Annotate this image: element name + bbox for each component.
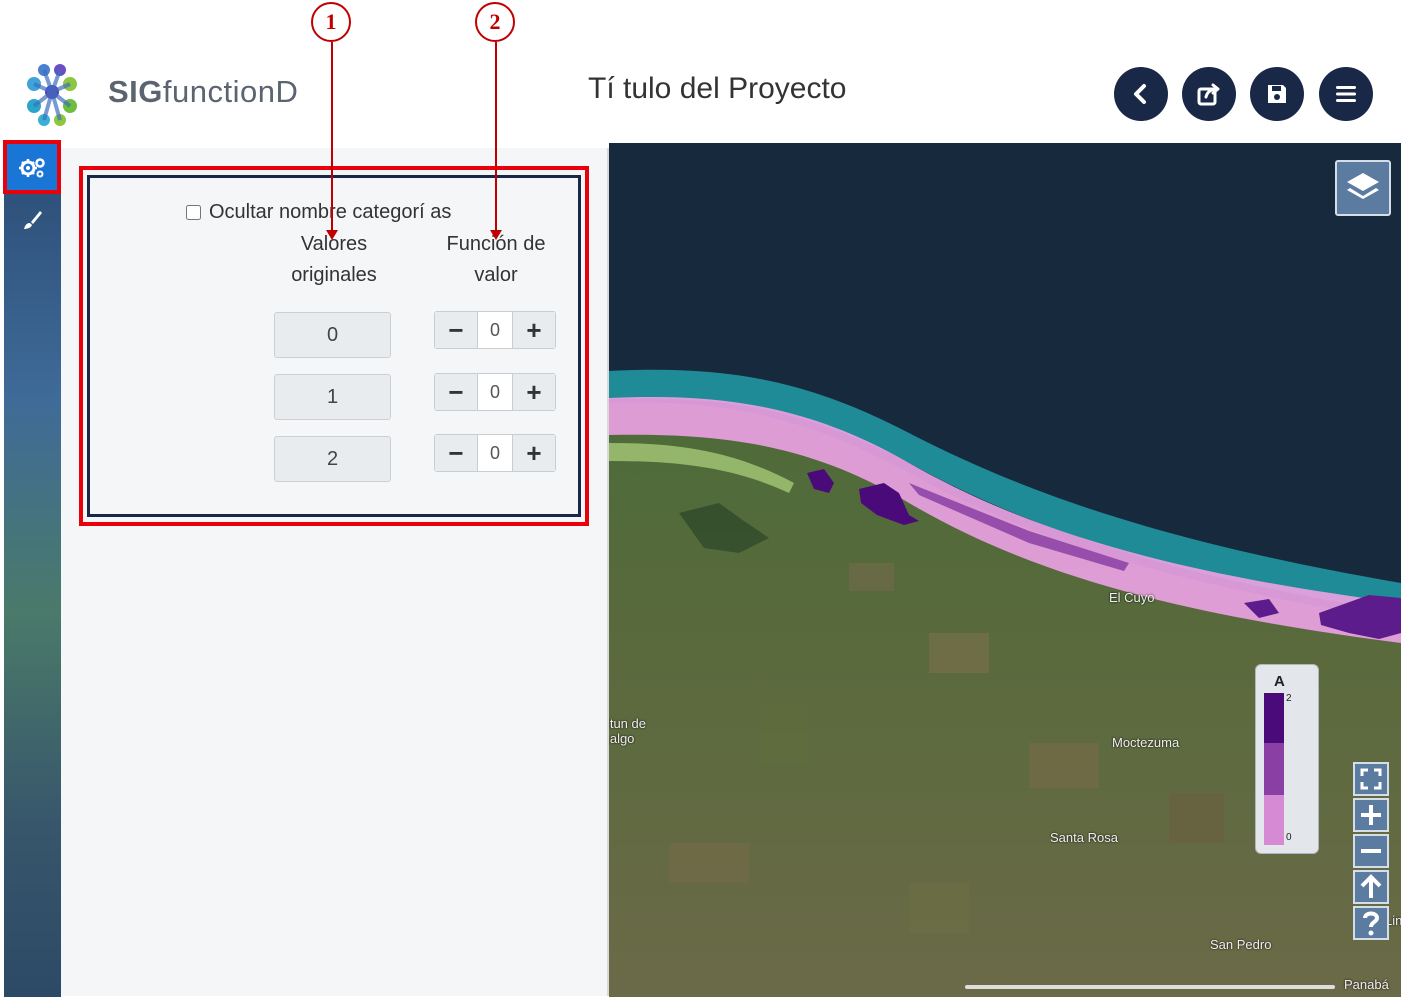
original-value-0: 0: [274, 312, 391, 358]
map-label-panaba: Panabá: [1344, 977, 1389, 992]
project-title[interactable]: Tí tulo del Proyecto: [588, 72, 846, 106]
increment-button[interactable]: +: [513, 312, 555, 348]
legend-swatch-0: [1264, 795, 1284, 845]
original-value-2: 2: [274, 436, 391, 482]
help-button[interactable]: [1353, 906, 1389, 940]
zoom-out-icon: [1361, 849, 1381, 853]
annotation-arrow-2: [490, 230, 502, 240]
north-arrow-icon: [1360, 874, 1382, 898]
horizontal-scrollbar[interactable]: [965, 985, 1335, 989]
value-stepper-1: − 0 +: [434, 373, 556, 411]
decrement-button[interactable]: −: [435, 435, 477, 471]
annotation-callout-1: 1: [311, 2, 351, 42]
fullscreen-icon: [1360, 768, 1382, 790]
back-icon: [1134, 84, 1146, 104]
increment-button[interactable]: +: [513, 374, 555, 410]
save-icon: [1268, 85, 1286, 103]
map-legend: A 2 0: [1255, 664, 1319, 854]
hide-categories-checkbox[interactable]: [186, 205, 201, 220]
value-stepper-0: − 0 +: [434, 311, 556, 349]
stepper-value-input[interactable]: 0: [477, 435, 513, 471]
map-label-san-pedro: San Pedro: [1210, 937, 1272, 952]
legend-swatch-2: [1264, 693, 1284, 743]
brand-rest: functionD: [162, 74, 299, 109]
share-button[interactable]: [1182, 67, 1236, 121]
brush-icon: [24, 211, 42, 229]
map-label-santa-rosa: Santa Rosa: [1050, 830, 1118, 845]
zoom-in-icon: [1361, 805, 1381, 825]
column-header-function-line2: valor: [474, 264, 518, 286]
value-stepper-2: − 0 +: [434, 434, 556, 472]
decrement-button[interactable]: −: [435, 374, 477, 410]
stepper-value-input[interactable]: 0: [477, 312, 513, 348]
increment-button[interactable]: +: [513, 435, 555, 471]
map-label-el-cuyo: El Cuyo: [1109, 590, 1155, 605]
gears-icon: [19, 158, 45, 178]
back-button[interactable]: [1114, 67, 1168, 121]
original-value-1: 1: [274, 374, 391, 420]
zoom-in-button[interactable]: [1353, 798, 1389, 832]
help-icon: [1363, 911, 1380, 936]
annotation-line-1: [331, 42, 333, 232]
zoom-out-button[interactable]: [1353, 834, 1389, 868]
map-label-partial-2: ...algo: [609, 731, 635, 746]
fullscreen-button[interactable]: [1353, 762, 1389, 796]
app-brand: SIGfunctionD: [108, 74, 298, 110]
satellite-imagery: [609, 143, 1401, 997]
left-tool-rail: [4, 143, 61, 997]
save-button[interactable]: [1250, 67, 1304, 121]
stepper-value-input[interactable]: 0: [477, 374, 513, 410]
brand-sig: SIG: [108, 74, 163, 109]
menu-button[interactable]: [1319, 67, 1373, 121]
share-icon: [1197, 83, 1220, 106]
map-label-partial-1: ...tun de: [609, 716, 646, 731]
style-tool-button[interactable]: [6, 196, 58, 244]
layers-button[interactable]: [1335, 160, 1391, 216]
decrement-button[interactable]: −: [435, 312, 477, 348]
annotation-arrow-1: [326, 230, 338, 240]
menu-icon: [1336, 86, 1356, 102]
annotation-line-2: [495, 42, 497, 232]
north-arrow-button[interactable]: [1353, 870, 1389, 904]
logo-icon: [22, 62, 82, 128]
annotation-callout-2: 2: [475, 2, 515, 42]
map-view[interactable]: El Cuyo Moctezuma Santa Rosa San Pedro P…: [609, 143, 1401, 997]
legend-swatch-1: [1264, 743, 1284, 795]
settings-tool-button[interactable]: [3, 140, 61, 194]
legend-title: A: [1274, 673, 1285, 690]
hide-categories-row[interactable]: Ocultar nombre categorí as: [186, 201, 451, 224]
map-label-moctezuma: Moctezuma: [1112, 735, 1180, 750]
layers-icon: [1347, 173, 1379, 199]
legend-min-label: 0: [1286, 832, 1292, 843]
legend-max-label: 2: [1286, 693, 1292, 704]
column-header-original-line2: originales: [291, 264, 377, 286]
